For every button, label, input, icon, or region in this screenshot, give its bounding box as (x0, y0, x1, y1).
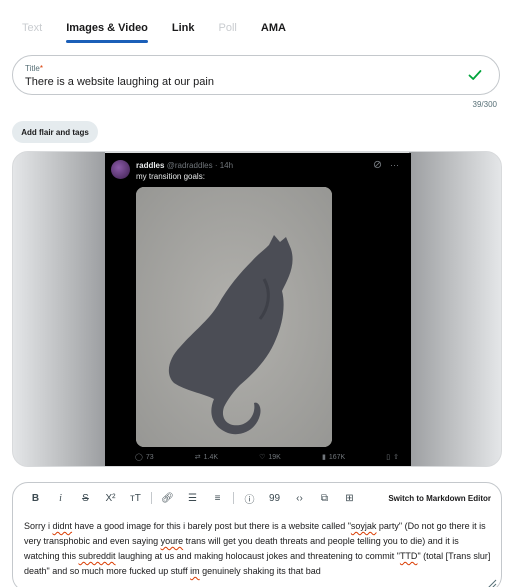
add-flair-button[interactable]: Add flair and tags (12, 121, 98, 143)
formatting-toolbar: B i S X² ᴛT 🔗︎ ☰ ≡ ⓘ 99 ‹› ⧉ ⊞ Switch to… (23, 490, 491, 506)
post-handle-time: @radraddles · 14h (166, 161, 234, 170)
post-text: my transition goals: (136, 172, 205, 181)
body-text-input[interactable]: Sorry i didnt have a good image for this… (24, 519, 491, 579)
repost-icon: ⇄ (194, 454, 201, 461)
switch-to-markdown-button[interactable]: Switch to Markdown Editor (388, 494, 491, 503)
bookmark-icon: ▯ (386, 454, 391, 461)
tab-link[interactable]: Link (172, 14, 195, 42)
title-char-counter: 39/300 (472, 100, 497, 109)
avatar (111, 160, 130, 179)
strikethrough-icon[interactable]: S (73, 490, 98, 506)
heart-icon: ♡ (259, 454, 266, 461)
italic-icon[interactable]: i (48, 490, 73, 506)
share-icon: ⇧ (393, 454, 399, 461)
blurred-backdrop-right (409, 152, 501, 466)
body-editor[interactable]: B i S X² ᴛT 🔗︎ ☰ ≡ ⓘ 99 ‹› ⧉ ⊞ Switch to… (12, 482, 502, 587)
embedded-post-image: raddles @radraddles · 14h ⋯ my transitio… (105, 153, 411, 466)
toolbar-divider (151, 492, 152, 504)
superscript-icon[interactable]: X² (98, 490, 123, 506)
tab-images-video[interactable]: Images & Video (66, 14, 148, 43)
toolbar-divider (233, 492, 234, 504)
spoiler-icon[interactable]: ⓘ (237, 490, 262, 506)
post-display-name: raddles (136, 161, 165, 170)
blurred-backdrop-left (13, 152, 105, 466)
required-mark: * (39, 64, 43, 73)
title-label: Title* (25, 64, 43, 73)
like-count: ♡ 19K (259, 453, 281, 462)
post-menu: ⋯ (373, 160, 399, 171)
view-count: ▮ 167K (321, 453, 346, 462)
check-icon (468, 70, 482, 80)
table-icon[interactable]: ⊞ (337, 490, 362, 506)
post-type-tabs: Text Images & Video Link Poll AMA (22, 14, 310, 43)
heading-icon[interactable]: ᴛT (123, 490, 148, 506)
bookmark-share: ▯ ⇧ (386, 453, 399, 461)
media-preview[interactable]: raddles @radraddles · 14h ⋯ my transitio… (12, 151, 502, 467)
resize-grip-icon[interactable] (485, 577, 497, 587)
quote-icon[interactable]: 99 (262, 490, 287, 506)
views-icon: ▮ (321, 454, 326, 461)
code-block-icon[interactable]: ⧉ (312, 490, 337, 506)
reply-count: ◯ 73 (135, 453, 154, 462)
tab-poll[interactable]: Poll (219, 14, 237, 42)
title-field[interactable]: Title* There is a website laughing at ou… (12, 55, 500, 95)
code-icon[interactable]: ‹› (287, 490, 312, 506)
link-icon[interactable]: 🔗︎ (155, 490, 180, 506)
tab-ama[interactable]: AMA (261, 14, 286, 42)
shadow-photo (136, 187, 332, 447)
reply-icon: ◯ (135, 454, 143, 461)
tab-text[interactable]: Text (22, 14, 42, 42)
bold-icon[interactable]: B (23, 490, 48, 506)
post-actions: ◯ 73 ⇄ 1.4K ♡ 19K ▮ 167K ▯ ⇧ (135, 453, 399, 462)
grok-icon (373, 160, 382, 169)
title-input[interactable]: There is a website laughing at our pain (25, 76, 214, 88)
bulleted-list-icon[interactable]: ☰ (180, 490, 205, 506)
post-author: raddles @radraddles · 14h (136, 161, 233, 170)
numbered-list-icon[interactable]: ≡ (205, 490, 230, 506)
more-icon: ⋯ (390, 160, 399, 170)
repost-count: ⇄ 1.4K (194, 453, 219, 462)
